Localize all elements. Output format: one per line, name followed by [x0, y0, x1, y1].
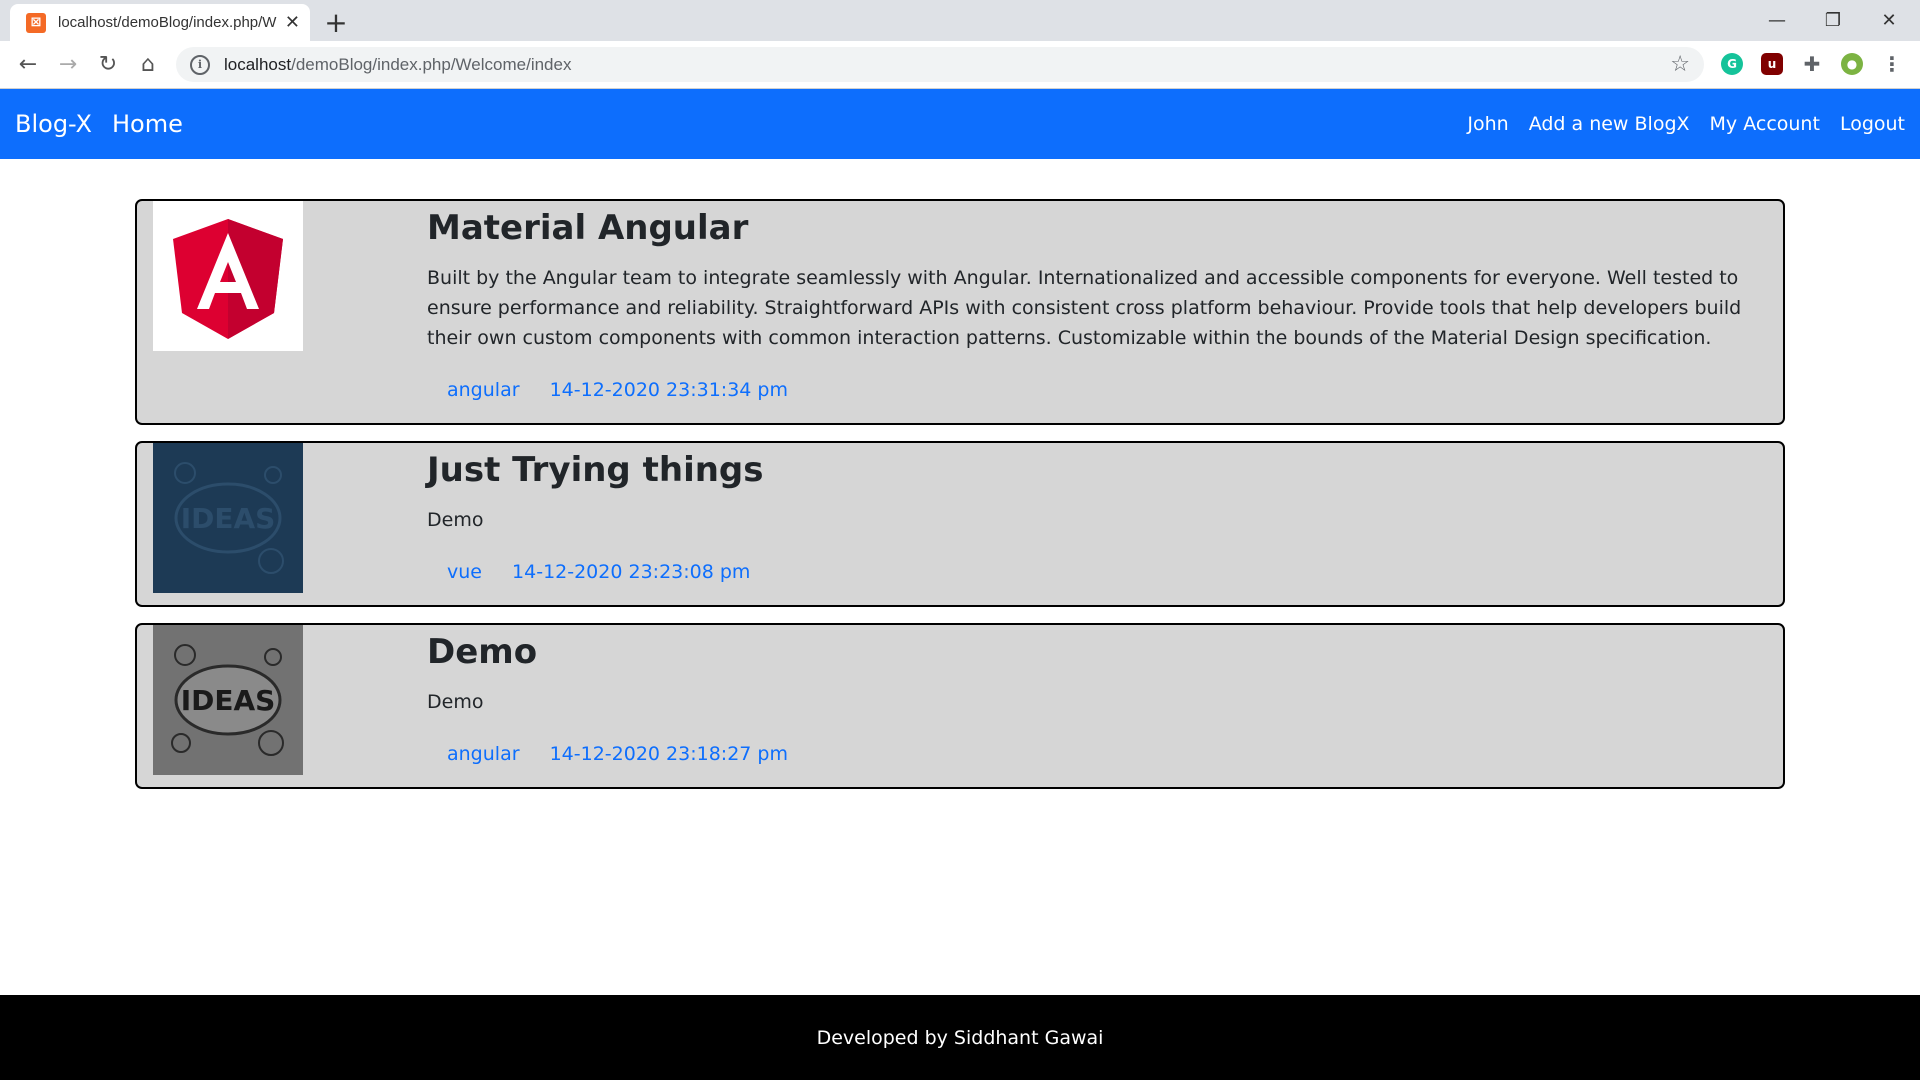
grammarly-icon[interactable]: G: [1721, 53, 1743, 75]
nav-right: John Add a new BlogX My Account Logout: [1447, 113, 1905, 135]
site-footer: Developed by Siddhant Gawai: [0, 995, 1920, 1080]
home-icon[interactable]: ⌂: [132, 48, 164, 80]
back-icon[interactable]: ←: [12, 48, 44, 80]
post-title: Just Trying things: [427, 450, 764, 490]
close-window-icon[interactable]: ✕: [1861, 0, 1917, 41]
browser-tab[interactable]: ⊠ localhost/demoBlog/index.php/W ✕: [10, 4, 310, 41]
brand-link[interactable]: Blog-X: [15, 110, 92, 138]
menu-kebab-icon[interactable]: ⋮: [1881, 52, 1903, 76]
site-navbar: Blog-X Home John Add a new BlogX My Acco…: [0, 89, 1920, 159]
post-tag-link[interactable]: angular: [447, 743, 520, 765]
nav-user-link[interactable]: John: [1467, 113, 1508, 135]
blog-card[interactable]: IDEAS Demo Demo angular 14-12-2020 23:18…: [135, 623, 1785, 789]
post-tag-link[interactable]: angular: [447, 379, 520, 401]
ublock-icon[interactable]: u: [1761, 53, 1783, 75]
blog-card[interactable]: IDEAS Just Trying things Demo vue 14-12-…: [135, 441, 1785, 607]
blog-list: Material Angular Built by the Angular te…: [135, 199, 1785, 805]
tab-title: localhost/demoBlog/index.php/W: [58, 14, 277, 31]
post-meta: vue 14-12-2020 23:23:08 pm: [447, 561, 1743, 605]
nav-logout-link[interactable]: Logout: [1840, 113, 1905, 135]
nav-home-link[interactable]: Home: [112, 110, 183, 138]
post-meta: angular 14-12-2020 23:18:27 pm: [447, 743, 1743, 787]
angular-logo-image: [153, 201, 303, 351]
post-description: Built by the Angular team to integrate s…: [427, 267, 1742, 349]
minimize-icon[interactable]: —: [1749, 0, 1805, 41]
svg-text:IDEAS: IDEAS: [181, 684, 276, 717]
browser-toolbar: ← → ↻ ⌂ i localhost/demoBlog/index.php/W…: [0, 41, 1920, 89]
browser-tab-strip: ⊠ localhost/demoBlog/index.php/W ✕ + — ❐…: [0, 0, 1920, 41]
info-icon[interactable]: i: [190, 54, 210, 75]
tab-close-icon[interactable]: ✕: [285, 12, 300, 33]
post-date-link[interactable]: 14-12-2020 23:31:34 pm: [550, 379, 788, 401]
post-date-link[interactable]: 14-12-2020 23:18:27 pm: [550, 743, 788, 765]
new-tab-icon[interactable]: +: [320, 6, 352, 39]
reload-icon[interactable]: ↻: [92, 48, 124, 80]
post-description: Demo: [427, 509, 484, 531]
post-tag-link[interactable]: vue: [447, 561, 482, 583]
xampp-favicon-icon: ⊠: [26, 12, 46, 33]
post-date-link[interactable]: 14-12-2020 23:23:08 pm: [512, 561, 750, 583]
post-title: Material Angular: [427, 208, 749, 248]
footer-text: Developed by Siddhant Gawai: [816, 1026, 1104, 1049]
forward-icon[interactable]: →: [52, 48, 84, 80]
nav-my-account-link[interactable]: My Account: [1710, 113, 1820, 135]
restore-icon[interactable]: ❐: [1805, 0, 1861, 41]
extensions-puzzle-icon[interactable]: ✚: [1801, 52, 1823, 76]
profile-avatar-icon[interactable]: ●: [1841, 53, 1863, 75]
ideas-sketch-image: IDEAS: [153, 625, 303, 775]
address-bar[interactable]: i localhost/demoBlog/index.php/Welcome/i…: [176, 47, 1704, 82]
ideas-sketch-image: IDEAS: [153, 443, 303, 593]
blog-card[interactable]: Material Angular Built by the Angular te…: [135, 199, 1785, 425]
post-title: Demo: [427, 632, 538, 672]
bookmark-star-icon[interactable]: ☆: [1670, 52, 1690, 77]
post-description: Demo: [427, 691, 484, 713]
url-text: localhost/demoBlog/index.php/Welcome/ind…: [224, 54, 572, 74]
nav-add-blog-link[interactable]: Add a new BlogX: [1529, 113, 1690, 135]
post-meta: angular 14-12-2020 23:31:34 pm: [447, 379, 1743, 423]
svg-text:IDEAS: IDEAS: [181, 502, 276, 535]
